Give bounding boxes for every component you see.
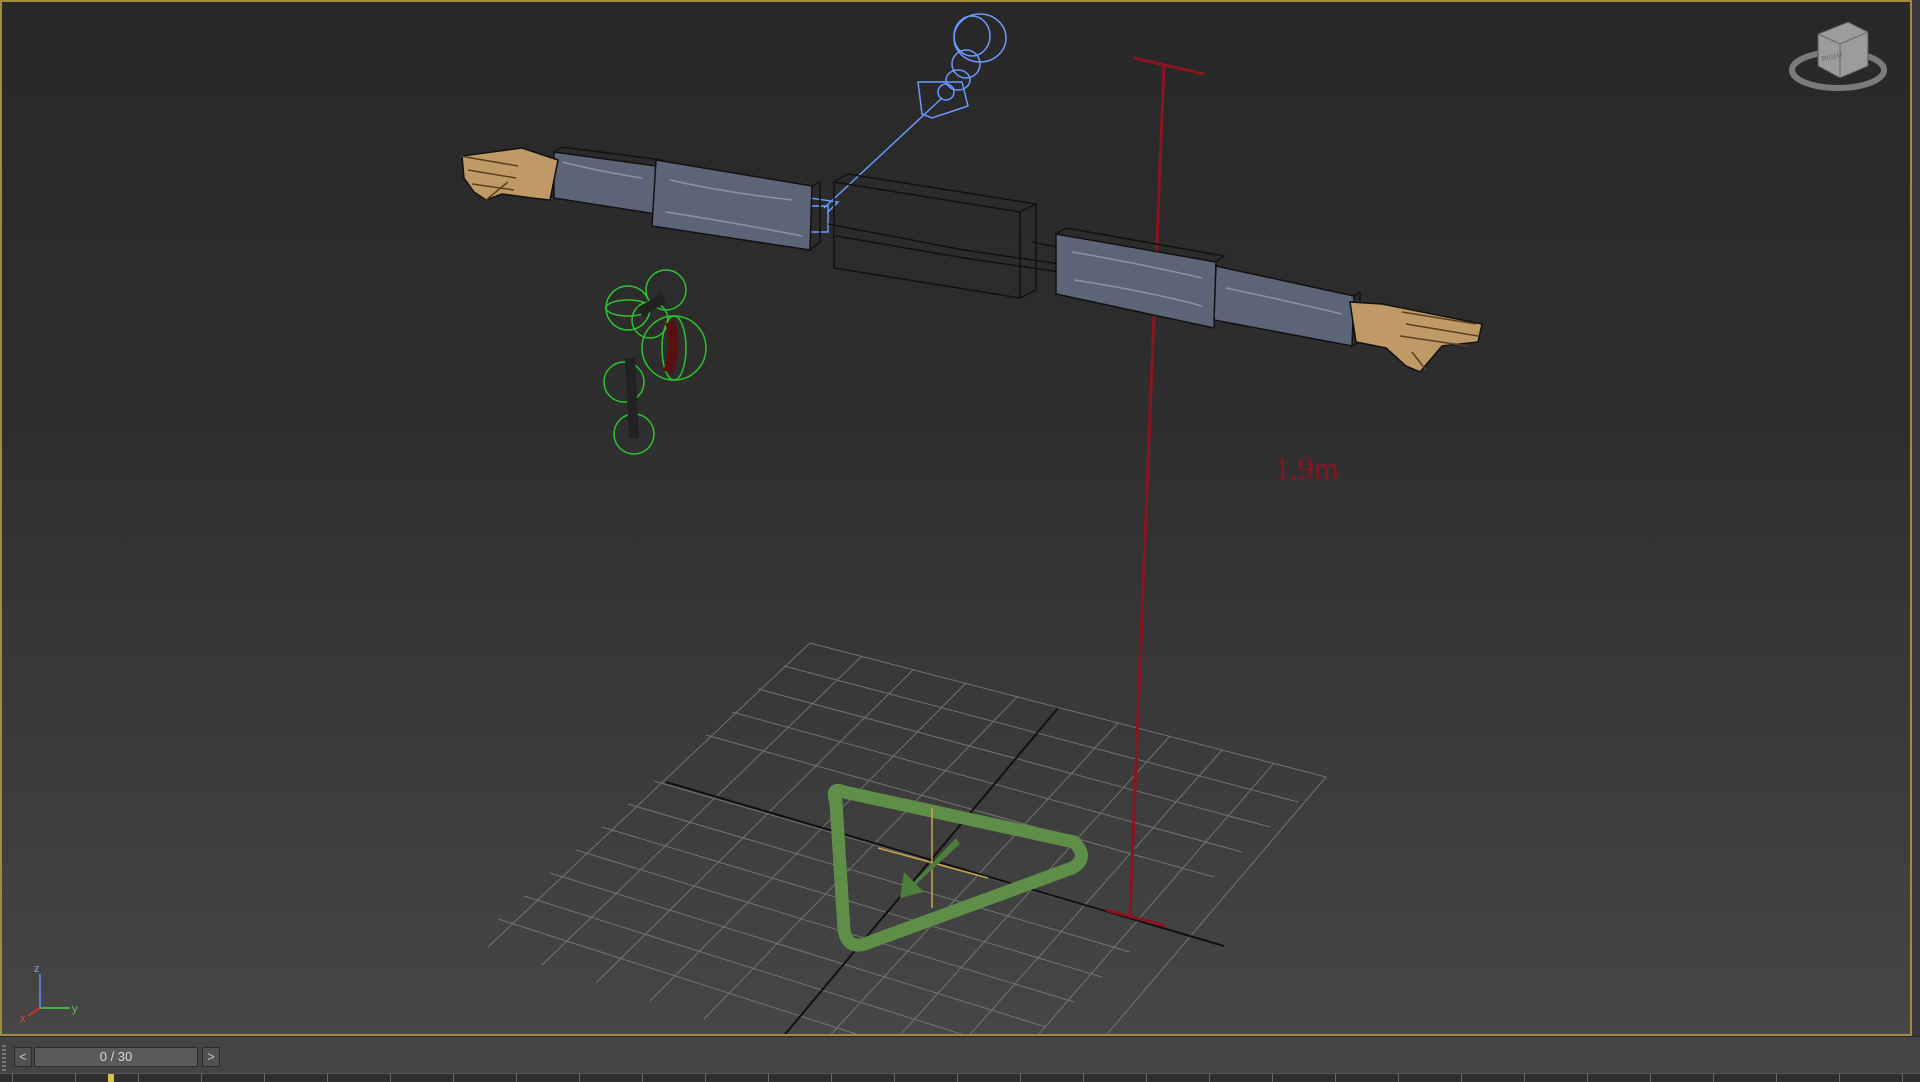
track-bar[interactable] [0,1073,1920,1082]
axis-label-z: z [34,964,40,975]
axis-tripod: z y x [18,963,88,1029]
track-tick [75,1074,76,1082]
track-tick [642,1074,643,1082]
track-tick [1902,1074,1903,1082]
axis-label-x: x [20,1013,26,1024]
track-tick [831,1074,832,1082]
track-tick [1713,1074,1714,1082]
track-tick [1020,1074,1021,1082]
track-tick [516,1074,517,1082]
track-tick [327,1074,328,1082]
track-tick [894,1074,895,1082]
spine-wireframe [827,173,1063,299]
track-tick [1335,1074,1336,1082]
track-tick [1524,1074,1525,1082]
perspective-viewport[interactable]: 1.9m RIGHT z y x [0,0,1912,1036]
home-grid [487,642,1327,1034]
track-tick [1650,1074,1651,1082]
track-tick [705,1074,706,1082]
track-tick [12,1074,13,1082]
track-tick [1146,1074,1147,1082]
timeline-grip-handle[interactable] [2,1045,6,1075]
axis-label-y: y [72,1003,78,1015]
right-arm [1055,227,1483,373]
track-tick [201,1074,202,1082]
camera-rig [797,13,1007,233]
track-tick [579,1074,580,1082]
viewcube[interactable]: RIGHT [1784,14,1894,104]
left-arm [459,146,821,251]
track-tick [1776,1074,1777,1082]
viewcube-box [1817,21,1869,79]
track-tick [453,1074,454,1082]
next-frame-button[interactable]: > [202,1047,220,1067]
track-tick [138,1074,139,1082]
track-tick [1272,1074,1273,1082]
scene-render [459,13,1483,1034]
track-tick [1083,1074,1084,1082]
selected-rig-gizmo [603,269,707,455]
track-tick [1209,1074,1210,1082]
track-tick [768,1074,769,1082]
track-tick [1461,1074,1462,1082]
track-tick [264,1074,265,1082]
track-tick [390,1074,391,1082]
time-slider[interactable]: 0 / 30 [34,1047,198,1067]
timeline-bar: < 0 / 30 > [0,1036,1920,1082]
current-frame-marker[interactable] [108,1074,114,1082]
height-measurement-label: 1.9m [1274,450,1339,486]
previous-frame-button[interactable]: < [14,1047,32,1067]
track-tick [957,1074,958,1082]
track-tick [1839,1074,1840,1082]
track-tick [1398,1074,1399,1082]
track-tick [1587,1074,1588,1082]
